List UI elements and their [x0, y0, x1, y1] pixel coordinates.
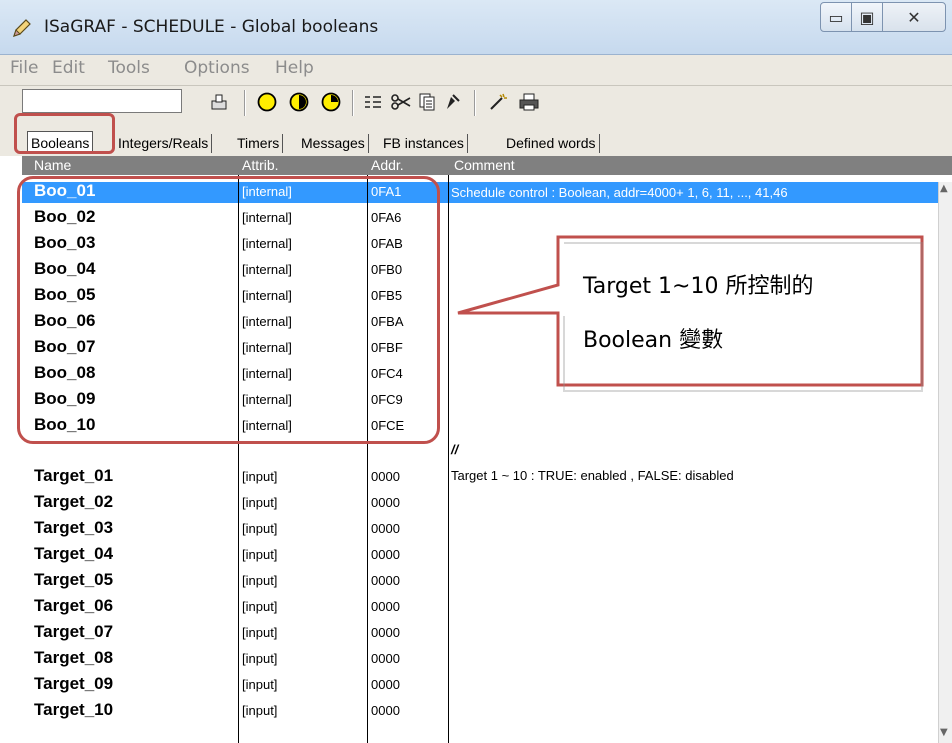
- row-attrib: [input]: [242, 573, 278, 588]
- row-name: Target_08: [34, 648, 114, 667]
- tab-fb-instances[interactable]: FB instances: [380, 134, 468, 153]
- close-button[interactable]: ✕: [882, 2, 946, 32]
- row-attrib: [input]: [242, 677, 278, 692]
- row-attrib: [input]: [242, 521, 278, 536]
- menu-edit[interactable]: Edit: [52, 58, 85, 78]
- row-name: Target_10: [34, 700, 114, 719]
- row-addr: 0000: [371, 495, 400, 510]
- row-addr: 0000: [371, 625, 400, 640]
- scroll-up-icon[interactable]: ▲: [940, 183, 948, 194]
- row-addr: 0000: [371, 573, 400, 588]
- row-name: Target_02: [34, 492, 114, 511]
- circle-clock-icon[interactable]: [318, 89, 344, 115]
- callout-line-1: Target 1~10 所控制的: [583, 274, 814, 299]
- tab-messages[interactable]: Messages: [298, 134, 369, 153]
- app-pencil-icon: [13, 19, 31, 37]
- minimize-button[interactable]: ▭: [820, 2, 852, 32]
- close-icon: ✕: [907, 7, 921, 27]
- column-attrib[interactable]: Attrib.: [242, 157, 279, 173]
- toolbar-separator: [244, 90, 245, 116]
- boolean-group-outline: [17, 176, 440, 444]
- maximize-icon: ▣: [859, 7, 875, 27]
- window-title: ISaGRAF - SCHEDULE - Global booleans: [44, 17, 379, 37]
- row-addr: 0000: [371, 599, 400, 614]
- circle-empty-icon[interactable]: [254, 89, 280, 115]
- wand-icon[interactable]: [486, 89, 512, 115]
- edit-icon[interactable]: [440, 89, 466, 115]
- cut-icon[interactable]: [388, 89, 414, 115]
- row-addr: 0000: [371, 651, 400, 666]
- maximize-button[interactable]: ▣: [851, 2, 883, 32]
- column-comment[interactable]: Comment: [454, 157, 515, 173]
- callout-bubble: [457, 235, 924, 392]
- row-attrib: [input]: [242, 703, 278, 718]
- menu-tools[interactable]: Tools: [108, 58, 150, 78]
- menu-file[interactable]: File: [10, 58, 38, 78]
- column-name[interactable]: Name: [34, 157, 71, 173]
- row-addr: 0000: [371, 677, 400, 692]
- tab-defined-words[interactable]: Defined words: [503, 134, 600, 153]
- copy-icon[interactable]: [414, 89, 440, 115]
- row-attrib: [input]: [242, 651, 278, 666]
- row-attrib: [input]: [242, 469, 278, 484]
- row-name: Target_05: [34, 570, 114, 589]
- callout-line-2: Boolean 變數: [583, 328, 724, 353]
- print-icon[interactable]: [516, 89, 542, 115]
- row-addr: 0000: [371, 547, 400, 562]
- toolbar-separator: [352, 90, 353, 116]
- stamp-icon[interactable]: [206, 89, 232, 115]
- toolbar-separator: [474, 90, 475, 116]
- indent-icon[interactable]: [360, 89, 386, 115]
- row-attrib: [input]: [242, 547, 278, 562]
- minimize-icon: ▭: [828, 7, 844, 27]
- menu-options[interactable]: Options: [184, 58, 250, 78]
- comment-selected: Schedule control : Boolean, addr=4000+ 1…: [451, 185, 788, 200]
- row-name: Target_09: [34, 674, 114, 693]
- row-addr: 0000: [371, 469, 400, 484]
- tab-timers[interactable]: Timers: [234, 134, 284, 153]
- row-name: Target_04: [34, 544, 114, 563]
- row-name: Target_06: [34, 596, 114, 615]
- row-attrib: [input]: [242, 495, 278, 510]
- tab-integers-reals[interactable]: Integers/Reals: [115, 134, 213, 153]
- row-name: Target_03: [34, 518, 114, 537]
- tab-highlight-box: [14, 113, 115, 154]
- toolbar-input[interactable]: [22, 89, 182, 113]
- comment-targets: Target 1 ~ 10 : TRUE: enabled , FALSE: d…: [451, 468, 734, 483]
- row-attrib: [input]: [242, 599, 278, 614]
- row-name: Target_01: [34, 466, 114, 485]
- comment-separator: //: [451, 442, 459, 457]
- vertical-scrollbar[interactable]: [938, 182, 952, 743]
- row-addr: 0000: [371, 521, 400, 536]
- row-addr: 0000: [371, 703, 400, 718]
- row-name: Target_07: [34, 622, 114, 641]
- circle-half-icon[interactable]: [286, 89, 312, 115]
- row-attrib: [input]: [242, 625, 278, 640]
- scroll-down-icon[interactable]: ▼: [940, 727, 948, 738]
- menu-help[interactable]: Help: [275, 58, 314, 78]
- column-addr[interactable]: Addr.: [371, 157, 404, 173]
